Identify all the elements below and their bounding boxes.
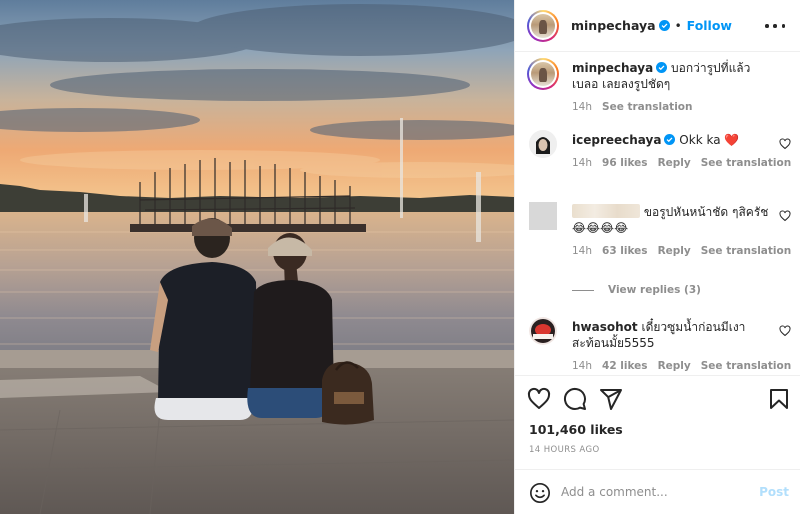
reply-button[interactable]: Reply: [658, 245, 691, 257]
post-comment-button[interactable]: Post: [759, 485, 789, 499]
comment-likes[interactable]: 42 likes: [602, 360, 648, 372]
share-icon[interactable]: [599, 387, 623, 411]
caption-username[interactable]: minpechaya: [572, 61, 653, 75]
see-translation-link[interactable]: See translation: [602, 101, 692, 113]
instagram-post: minpechaya • Follow minpechaya บอกว่ารูป…: [0, 0, 800, 514]
more-options-icon[interactable]: [765, 16, 785, 36]
post-details-panel: minpechaya • Follow minpechaya บอกว่ารูป…: [514, 0, 800, 514]
comment-text: ขอรูปหันหน้าชัด ๆสิครัช: [643, 205, 769, 219]
post-photo[interactable]: [0, 0, 514, 514]
post-timestamp[interactable]: 14 HOURS AGO: [529, 445, 600, 455]
comment-body: icepreechaya Okk ka ❤️ 14h 96 likes Reply S…: [572, 132, 791, 171]
comment-likes[interactable]: 96 likes: [602, 157, 648, 169]
verified-badge-icon: [658, 20, 670, 31]
see-translation-link[interactable]: See translation: [701, 157, 791, 169]
heart-emoji: ❤️: [724, 133, 740, 147]
comment-meta: 14h 63 likes Reply See translation: [572, 243, 791, 259]
author-line: minpechaya • Follow: [571, 18, 732, 33]
caption-avatar[interactable]: [527, 58, 559, 90]
view-replies-button[interactable]: View replies (3): [572, 284, 701, 296]
redacted-username: [572, 204, 640, 218]
comment-likes[interactable]: 63 likes: [602, 245, 648, 257]
separator-dot: •: [674, 18, 682, 33]
verified-badge-icon: [656, 62, 668, 73]
replies-divider-line: [572, 289, 594, 291]
caption-meta: 14h See translation: [572, 99, 772, 115]
caption-time: 14h: [572, 101, 593, 113]
like-comment-heart-icon[interactable]: [779, 210, 791, 222]
follow-button[interactable]: Follow: [687, 18, 732, 33]
comment-meta: 14h 42 likes Reply See translation: [572, 358, 791, 374]
author-username[interactable]: minpechaya: [571, 18, 656, 33]
comment-composer: Post: [515, 469, 800, 514]
bookmark-icon[interactable]: [767, 387, 791, 411]
comment-username[interactable]: hwasohot: [572, 320, 638, 334]
reply-button[interactable]: Reply: [658, 360, 691, 372]
see-translation-link[interactable]: See translation: [701, 360, 791, 372]
comment-username[interactable]: icepreechaya: [572, 133, 661, 147]
comment-body: ขอรูปหันหน้าชัด ๆสิครัช 😂😂😂😂 14h 63 likes…: [572, 204, 791, 259]
laughing-emojis: 😂😂😂😂: [572, 221, 629, 235]
heart-icon[interactable]: [527, 387, 551, 411]
commenter-avatar[interactable]: [529, 130, 557, 158]
comment-time: 14h: [572, 360, 593, 372]
commenter-avatar[interactable]: [529, 317, 557, 345]
verified-badge-icon: [664, 134, 676, 145]
comment-time: 14h: [572, 245, 593, 257]
comment-text: Okk ka: [679, 133, 721, 147]
reply-button[interactable]: Reply: [658, 157, 691, 169]
comment-time: 14h: [572, 157, 593, 169]
comment-body: hwasohot เดี๋ยวซูมน้ำก่อนมีเงาสะท้อนมั้ย…: [572, 319, 791, 374]
caption-body: minpechaya บอกว่ารูปที่แล้วเบลอ เลยลงรูป…: [572, 60, 772, 115]
author-avatar[interactable]: [527, 10, 559, 42]
see-translation-link[interactable]: See translation: [701, 245, 791, 257]
comment-icon[interactable]: [563, 387, 587, 411]
comments-list[interactable]: minpechaya บอกว่ารูปที่แล้วเบลอ เลยลงรูป…: [515, 52, 800, 375]
view-replies-label: View replies (3): [608, 284, 701, 296]
emoji-icon[interactable]: [529, 482, 551, 504]
like-comment-heart-icon[interactable]: [779, 325, 791, 337]
add-comment-input[interactable]: [561, 483, 751, 501]
commenter-avatar[interactable]: [529, 202, 557, 230]
like-comment-heart-icon[interactable]: [779, 138, 791, 150]
post-header: minpechaya • Follow: [515, 0, 800, 52]
likes-count[interactable]: 101,460 likes: [529, 422, 623, 437]
comment-meta: 14h 96 likes Reply See translation: [572, 155, 791, 171]
